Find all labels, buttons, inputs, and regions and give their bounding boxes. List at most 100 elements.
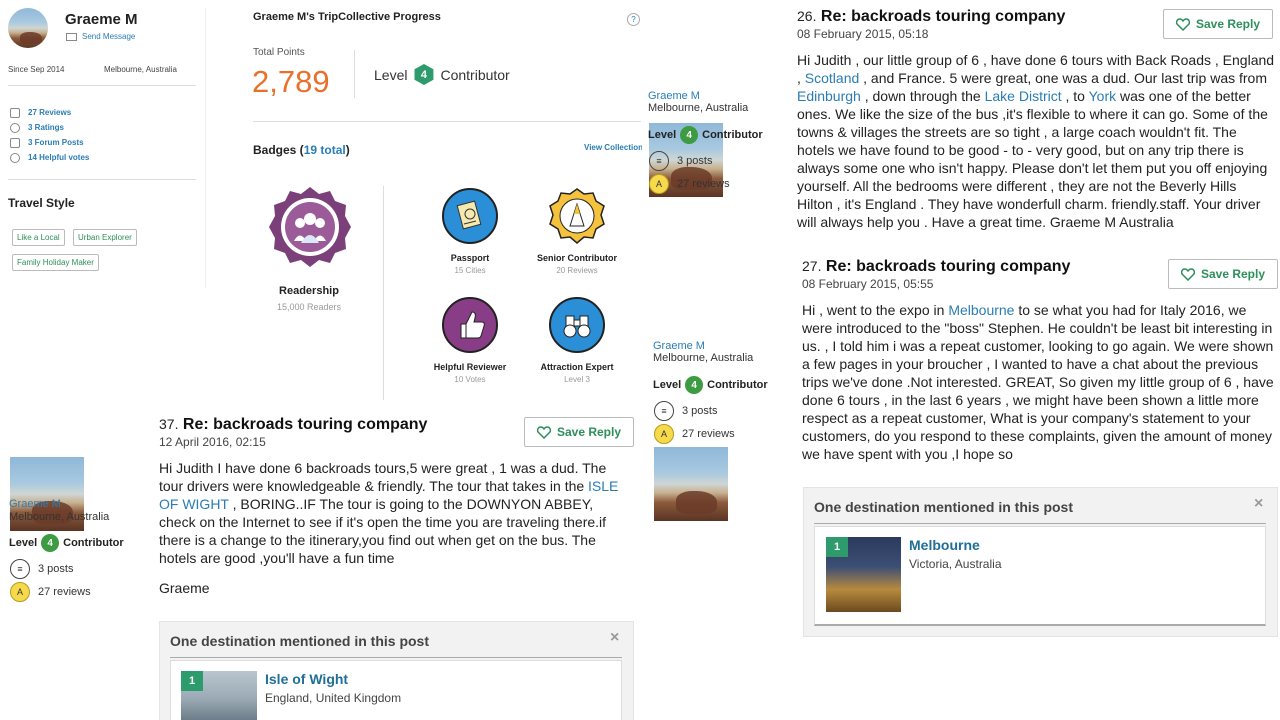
reviewer-icon: A [649, 174, 669, 194]
heart-icon [1175, 17, 1190, 31]
reviewer-icon: A [10, 582, 30, 602]
place-link[interactable]: Melbourne [948, 302, 1014, 318]
badge-title: Passport [450, 253, 490, 263]
badge-subtitle: 20 Reviews [556, 266, 598, 275]
user-location: Melbourne, Australia [9, 511, 110, 523]
place-link[interactable]: Lake District [985, 88, 1062, 104]
helpful-reviewer-badge[interactable] [442, 297, 498, 353]
badge-subtitle: Level 3 [564, 375, 590, 384]
user-reviews[interactable]: A 27 reviews [654, 424, 735, 444]
save-reply-button[interactable]: Save Reply [524, 417, 634, 447]
travel-style-tag[interactable]: Like a Local [12, 229, 65, 246]
post-text: was one of the better ones. We like the … [797, 88, 1268, 230]
save-reply-button[interactable]: Save Reply [1168, 259, 1278, 289]
profile-avatar[interactable] [8, 8, 48, 48]
travel-style-tag[interactable]: Urban Explorer [73, 229, 137, 246]
profile-name[interactable]: Graeme M [65, 11, 138, 28]
ratings-stat[interactable]: 3 Ratings [10, 120, 89, 135]
post-heading: 37. Re: backroads touring company [159, 416, 428, 433]
destination-name-link[interactable]: Melbourne [909, 537, 980, 553]
passport-icon [456, 200, 482, 230]
post-text: to se what you had for Italy 2016, we we… [802, 302, 1274, 462]
post-text: , to [1061, 88, 1089, 104]
thumbs-up-icon [460, 311, 485, 339]
send-message-link[interactable]: Send Message [66, 32, 135, 41]
destination-rank: 1 [181, 671, 203, 691]
destination-location: England, United Kingdom [265, 691, 402, 705]
user-name-link[interactable]: Graeme M [9, 498, 61, 510]
divider [8, 179, 196, 180]
level-badge-icon: 4 [41, 534, 60, 552]
passport-badge[interactable] [442, 188, 498, 244]
save-reply-button[interactable]: Save Reply [1163, 9, 1273, 39]
close-icon[interactable]: × [610, 629, 619, 647]
user-location: Melbourne, Australia [648, 102, 749, 114]
badge-subtitle: 15 Cities [454, 266, 486, 275]
send-message-label: Send Message [82, 32, 136, 41]
post-date: 08 February 2015, 05:18 [797, 27, 929, 41]
destination-heading: One destination mentioned in this post [170, 633, 430, 649]
place-link[interactable]: Edinburgh [797, 88, 861, 104]
attraction-expert-badge[interactable] [549, 297, 605, 353]
post-title: Re: backroads touring company [182, 416, 428, 433]
view-collection-link[interactable]: View Collection [584, 143, 642, 152]
user-posts[interactable]: ≡ 3 posts [10, 559, 73, 579]
post-body: Hi Judith , our little group of 6 , have… [797, 51, 1275, 231]
progress-heading: Graeme M's TripCollective Progress [253, 11, 441, 23]
badge-title: Attraction Expert [540, 362, 614, 372]
place-link[interactable]: York [1089, 88, 1117, 104]
place-link[interactable]: Scotland [805, 70, 859, 86]
senior-contributor-icon [549, 188, 605, 244]
thumbs-icon [10, 152, 20, 163]
badge-title: Helpful Reviewer [433, 362, 507, 372]
reviewer-icon: A [654, 424, 674, 444]
destination-name-link[interactable]: Isle of Wight [265, 671, 348, 687]
post-title: Re: backroads touring company [820, 8, 1066, 25]
user-reviews[interactable]: A 27 reviews [10, 582, 91, 602]
post-text: Hi Judith I have done 6 backroads tours,… [159, 460, 607, 494]
divider [354, 50, 355, 98]
badges-total-link[interactable]: 19 total [304, 143, 346, 157]
user-reviews[interactable]: A 27 reviews [649, 174, 730, 194]
post-text: , down through the [860, 88, 985, 104]
destination-heading: One destination mentioned in this post [814, 499, 1074, 515]
user-name-link[interactable]: Graeme M [648, 90, 700, 102]
user-posts[interactable]: ≡ 3 posts [649, 151, 712, 171]
post-text: , and France. 5 were great, one was a du… [859, 70, 1268, 86]
progress-level: Level 4 Contributor [374, 64, 510, 85]
total-points-label: Total Points [253, 47, 305, 58]
profile-stats: 27 Reviews 3 Ratings 3 Forum Posts 14 He… [10, 105, 89, 165]
readership-icon [269, 187, 351, 267]
travel-style-heading: Travel Style [8, 196, 75, 210]
profile-location: Melbourne, Australia [104, 65, 177, 74]
divider [8, 85, 196, 86]
divider [170, 657, 622, 658]
heart-icon [536, 425, 551, 439]
divider [253, 121, 641, 122]
readership-badge[interactable] [269, 186, 351, 268]
help-icon[interactable]: ? [627, 13, 640, 26]
total-points-value: 2,789 [252, 64, 330, 99]
post-signoff: Graeme [159, 580, 210, 596]
post-title: Re: backroads touring company [825, 258, 1071, 275]
helpful-votes-stat[interactable]: 14 Helpful votes [10, 150, 89, 165]
member-since: Since Sep 2014 [8, 65, 65, 74]
speech-bubble-icon: ≡ [654, 401, 674, 421]
badge-subtitle: 15,000 Readers [276, 302, 342, 312]
heart-icon [1180, 267, 1195, 281]
user-posts[interactable]: ≡ 3 posts [654, 401, 717, 421]
reviews-stat[interactable]: 27 Reviews [10, 105, 89, 120]
post-heading: 27. Re: backroads touring company [802, 258, 1071, 275]
travel-style-tag[interactable]: Family Holiday Maker [12, 254, 99, 271]
user-name-link[interactable]: Graeme M [653, 340, 705, 352]
senior-contributor-badge[interactable] [549, 188, 605, 244]
badge-subtitle: 10 Votes [454, 375, 486, 384]
close-icon[interactable]: × [1254, 495, 1263, 513]
user-avatar[interactable] [654, 447, 728, 521]
post-body: Hi Judith I have done 6 backroads tours,… [159, 459, 631, 567]
post-body: Hi , went to the expo in Melbourne to se… [802, 301, 1277, 463]
badges-heading: Badges (19 total) [253, 143, 350, 157]
forum-posts-stat[interactable]: 3 Forum Posts [10, 135, 89, 150]
rating-icon [10, 122, 20, 133]
envelope-icon [66, 32, 77, 41]
